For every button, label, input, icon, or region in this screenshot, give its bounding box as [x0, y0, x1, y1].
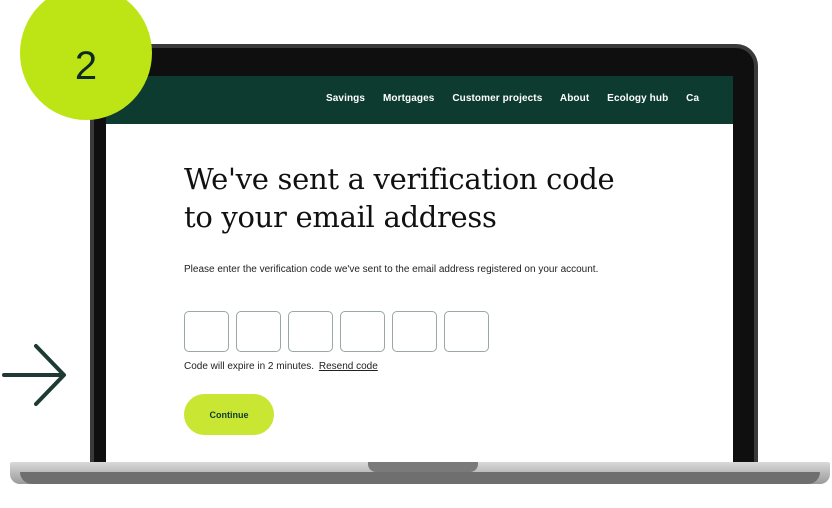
code-digit-input-3[interactable] — [288, 311, 333, 352]
code-digit-input-6[interactable] — [444, 311, 489, 352]
code-digit-input-4[interactable] — [340, 311, 385, 352]
nav-menu: Savings Mortgages Customer projects Abou… — [326, 93, 714, 104]
code-expiry-notice: Code will expire in 2 minutes. Resend co… — [184, 361, 378, 372]
page-title-line1: We've sent a verification code — [184, 162, 615, 196]
page-title: We've sent a verification code to your e… — [184, 160, 704, 236]
continue-button[interactable]: Continue — [184, 394, 274, 435]
resend-code-link[interactable]: Resend code — [319, 361, 378, 372]
laptop-screen: Savings Mortgages Customer projects Abou… — [106, 76, 733, 462]
laptop-notch — [368, 462, 478, 472]
nav-item-mortgages[interactable]: Mortgages — [383, 93, 434, 104]
code-digit-input-1[interactable] — [184, 311, 229, 352]
code-digit-input-5[interactable] — [392, 311, 437, 352]
top-navigation: Savings Mortgages Customer projects Abou… — [106, 76, 733, 124]
expiry-text: Code will expire in 2 minutes. — [184, 361, 315, 372]
nav-item-about[interactable]: About — [560, 93, 589, 104]
code-digit-input-2[interactable] — [236, 311, 281, 352]
nav-item-truncated[interactable]: Ca — [686, 93, 699, 104]
nav-item-savings[interactable]: Savings — [326, 93, 365, 104]
right-arrow-icon — [2, 344, 66, 406]
verification-code-inputs — [184, 311, 489, 352]
verification-instructions: Please enter the verification code we've… — [184, 264, 599, 275]
laptop-base-shadow — [20, 472, 820, 484]
nav-item-customer-projects[interactable]: Customer projects — [452, 93, 542, 104]
page-title-line2: to your email address — [184, 200, 497, 234]
nav-item-ecology-hub[interactable]: Ecology hub — [607, 93, 668, 104]
step-number: 2 — [74, 44, 98, 88]
